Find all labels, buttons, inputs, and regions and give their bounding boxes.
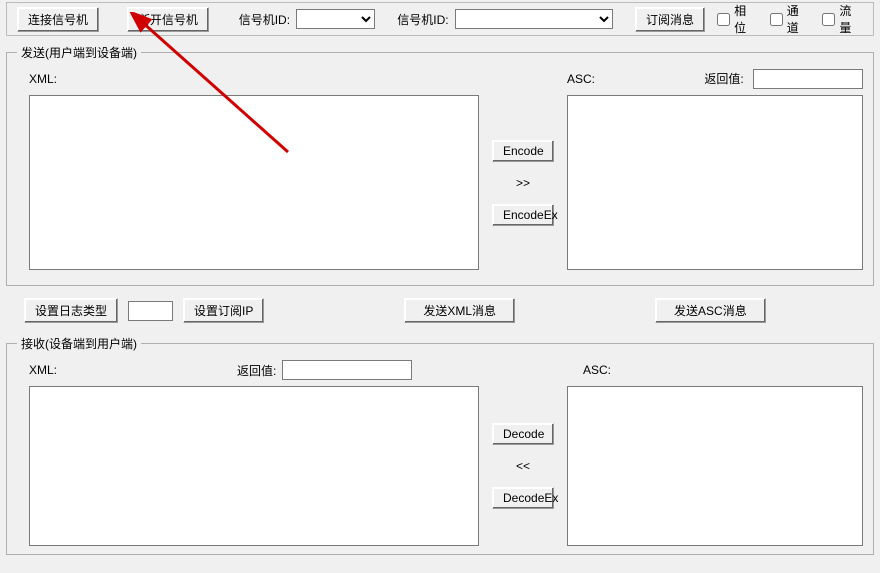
set-subscribe-ip-button[interactable]: 设置订阅IP xyxy=(183,298,264,323)
channel-checkbox[interactable] xyxy=(770,13,783,26)
signal-id2-combo[interactable] xyxy=(455,9,614,29)
encodeex-button[interactable]: EncodeEx xyxy=(492,204,554,226)
recv-asc-label: ASC: xyxy=(583,363,863,377)
recv-legend: 接收(设备端到用户端) xyxy=(17,335,141,352)
channel-checkbox-wrap: 通道 xyxy=(770,2,811,36)
send-return-label: 返回值: xyxy=(704,72,743,86)
send-legend: 发送(用户端到设备端) xyxy=(17,44,141,61)
send-asc-label: ASC: xyxy=(567,72,617,86)
recv-xml-label: XML: xyxy=(17,363,237,377)
connect-signal-button[interactable]: 连接信号机 xyxy=(17,7,99,32)
decodeex-button[interactable]: DecodeEx xyxy=(492,487,554,509)
disconnect-signal-button[interactable]: 断开信号机 xyxy=(127,7,209,32)
phase-checkbox-wrap: 相位 xyxy=(717,2,758,36)
encode-button[interactable]: Encode xyxy=(492,140,554,162)
send-return-input[interactable] xyxy=(753,69,863,89)
send-xml-msg-button[interactable]: 发送XML消息 xyxy=(404,298,515,323)
send-arrows-icon: >> xyxy=(516,176,530,190)
recv-return-label: 返回值: xyxy=(237,362,276,379)
recv-center-col: Decode << DecodeEx xyxy=(487,386,559,546)
subscribe-button[interactable]: 订阅消息 xyxy=(635,7,705,32)
recv-asc-textarea[interactable] xyxy=(567,386,863,546)
send-asc-textarea[interactable] xyxy=(567,95,863,270)
signal-id2-label: 信号机ID: xyxy=(397,11,448,28)
send-asc-msg-button[interactable]: 发送ASC消息 xyxy=(655,298,766,323)
send-xml-label: XML: xyxy=(17,72,487,86)
log-type-input[interactable] xyxy=(128,301,173,321)
top-toolbar: 连接信号机 断开信号机 信号机ID: 信号机ID: 订阅消息 相位 通道 流量 xyxy=(6,2,874,36)
signal-id1-label: 信号机ID: xyxy=(239,11,290,28)
recv-group: 接收(设备端到用户端) XML: 返回值: ASC: Decode << Dec… xyxy=(6,335,874,555)
mid-row: 设置日志类型 设置订阅IP 发送XML消息 发送ASC消息 xyxy=(0,294,880,327)
phase-checkbox[interactable] xyxy=(717,13,730,26)
send-center-col: Encode >> EncodeEx xyxy=(487,95,559,270)
flow-checkbox[interactable] xyxy=(822,13,835,26)
send-xml-textarea[interactable] xyxy=(29,95,479,270)
phase-checkbox-label: 相位 xyxy=(734,2,758,36)
channel-checkbox-label: 通道 xyxy=(787,2,811,36)
recv-arrows-icon: << xyxy=(516,459,530,473)
recv-xml-textarea[interactable] xyxy=(29,386,479,546)
set-log-type-button[interactable]: 设置日志类型 xyxy=(24,298,118,323)
flow-checkbox-wrap: 流量 xyxy=(822,2,863,36)
flow-checkbox-label: 流量 xyxy=(839,2,863,36)
recv-return-input[interactable] xyxy=(282,360,412,380)
send-group: 发送(用户端到设备端) XML: ASC: 返回值: Encode >> Enc… xyxy=(6,44,874,286)
signal-id1-combo[interactable] xyxy=(296,9,375,29)
decode-button[interactable]: Decode xyxy=(492,423,554,445)
